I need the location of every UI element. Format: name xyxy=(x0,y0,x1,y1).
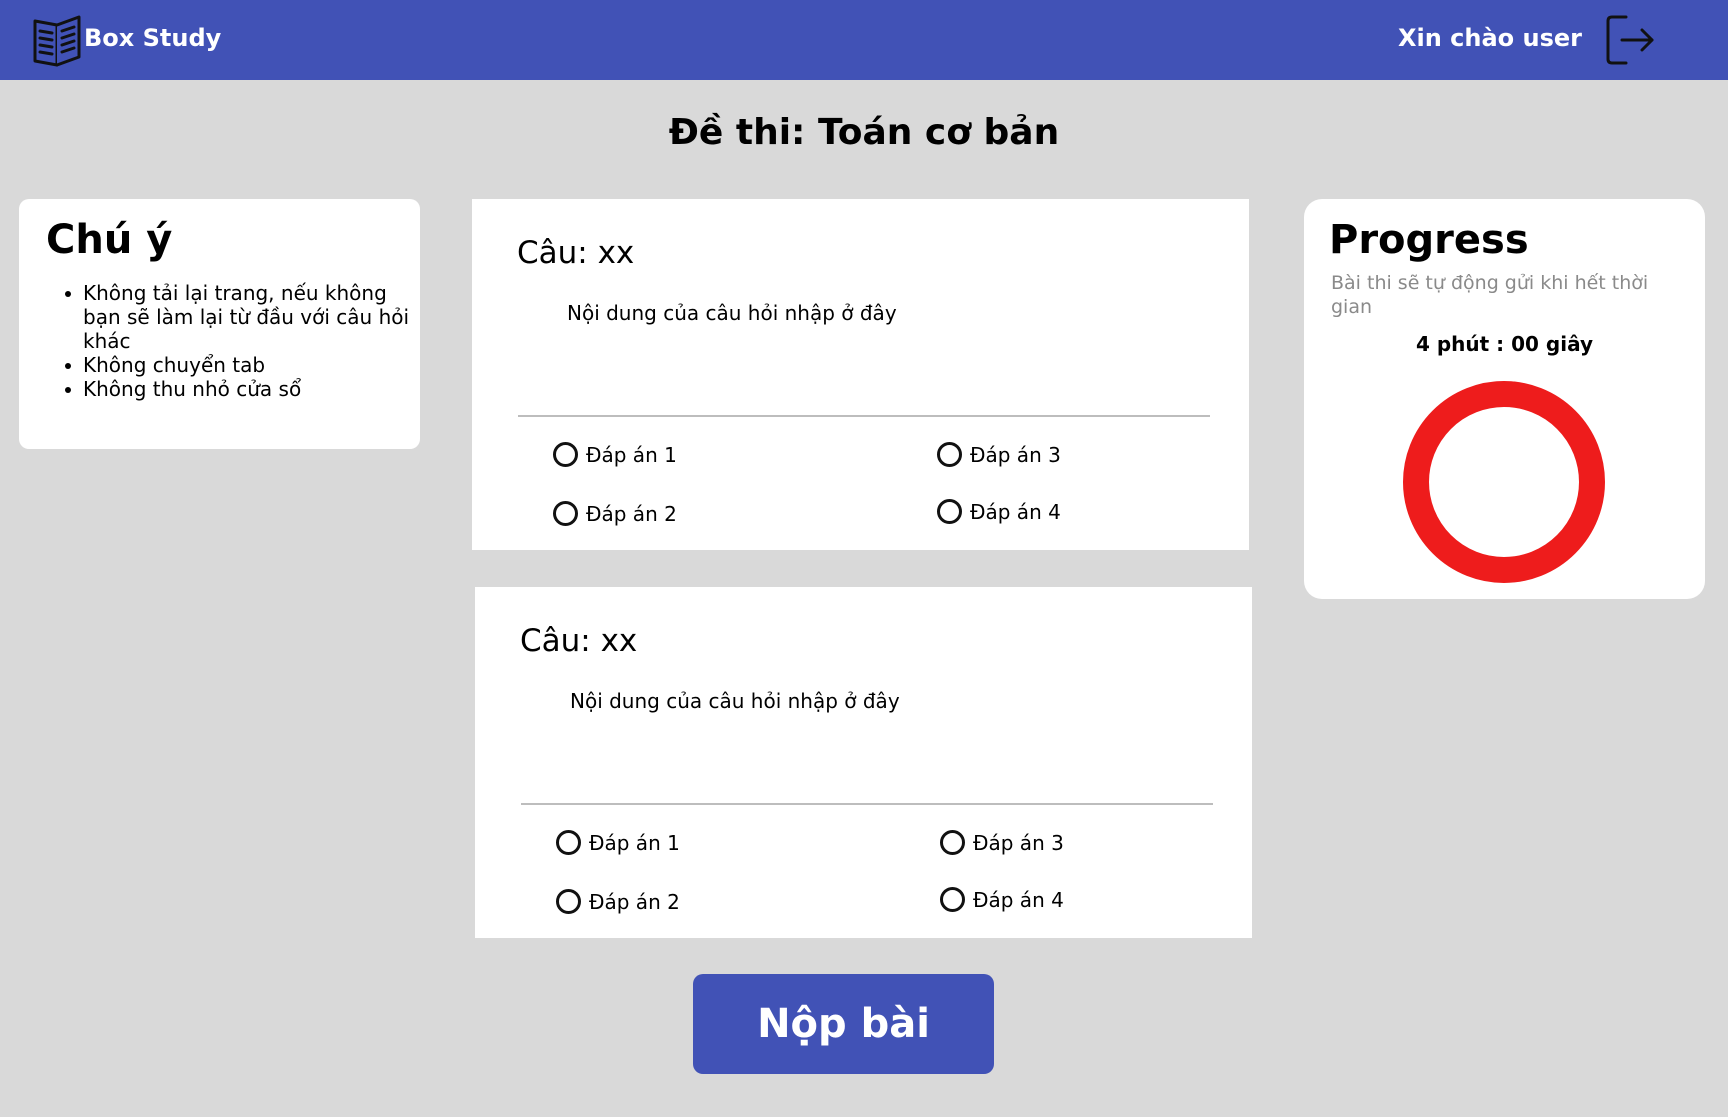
answer-option-2[interactable]: Đáp án 2 xyxy=(553,501,677,526)
question-label: Câu: xx xyxy=(520,623,638,659)
radio-button[interactable] xyxy=(937,499,962,524)
open-book-icon[interactable] xyxy=(32,13,84,67)
radio-button[interactable] xyxy=(556,889,581,914)
logout-icon[interactable] xyxy=(1604,14,1656,66)
radio-button[interactable] xyxy=(940,830,965,855)
top-nav-bar: Box Study Xin chào user xyxy=(0,0,1728,80)
question-content: Nội dung của câu hỏi nhập ở đây xyxy=(570,689,900,713)
progress-ring-arc xyxy=(1403,381,1605,583)
divider xyxy=(518,415,1210,417)
answer-label: Đáp án 3 xyxy=(970,442,1061,467)
question-label: Câu: xx xyxy=(517,235,635,271)
answer-option-4[interactable]: Đáp án 4 xyxy=(937,499,1061,524)
answer-label: Đáp án 1 xyxy=(586,442,677,467)
radio-button[interactable] xyxy=(940,887,965,912)
radio-button[interactable] xyxy=(553,442,578,467)
divider xyxy=(521,803,1213,805)
answer-label: Đáp án 4 xyxy=(973,887,1064,912)
progress-ring xyxy=(1403,381,1605,583)
notice-list: Không tải lại trang, nếu không bạn sẽ là… xyxy=(47,281,417,401)
answer-option-2[interactable]: Đáp án 2 xyxy=(556,889,680,914)
radio-button[interactable] xyxy=(553,501,578,526)
countdown-timer: 4 phút : 00 giây xyxy=(1415,332,1594,356)
answer-option-3[interactable]: Đáp án 3 xyxy=(940,830,1064,855)
answer-option-1[interactable]: Đáp án 1 xyxy=(553,442,677,467)
notice-card: Chú ý Không tải lại trang, nếu không bạn… xyxy=(19,199,420,449)
answer-option-3[interactable]: Đáp án 3 xyxy=(937,442,1061,467)
brand-name[interactable]: Box Study xyxy=(84,24,221,52)
answer-label: Đáp án 3 xyxy=(973,830,1064,855)
answer-option-1[interactable]: Đáp án 1 xyxy=(556,830,680,855)
notice-item: Không chuyển tab xyxy=(47,353,417,377)
progress-card: Progress Bài thi sẽ tự động gửi khi hết … xyxy=(1304,199,1705,599)
answer-label: Đáp án 2 xyxy=(586,501,677,526)
submit-button[interactable]: Nộp bài xyxy=(693,974,994,1074)
answer-label: Đáp án 1 xyxy=(589,830,680,855)
notice-item: Không tải lại trang, nếu không bạn sẽ là… xyxy=(47,281,417,353)
progress-title: Progress xyxy=(1329,217,1529,263)
radio-button[interactable] xyxy=(937,442,962,467)
answer-label: Đáp án 2 xyxy=(589,889,680,914)
page-title: Đề thi: Toán cơ bản xyxy=(668,112,1060,153)
user-greeting: Xin chào user xyxy=(1397,24,1582,52)
answer-label: Đáp án 4 xyxy=(970,499,1061,524)
auto-submit-note: Bài thi sẽ tự động gửi khi hết thời gian xyxy=(1331,272,1649,318)
radio-button[interactable] xyxy=(556,830,581,855)
question-card: Câu: xx Nội dung của câu hỏi nhập ở đây … xyxy=(475,587,1252,938)
answer-option-4[interactable]: Đáp án 4 xyxy=(940,887,1064,912)
notice-title: Chú ý xyxy=(46,217,173,263)
notice-item: Không thu nhỏ cửa sổ xyxy=(47,377,417,401)
question-card: Câu: xx Nội dung của câu hỏi nhập ở đây … xyxy=(472,199,1249,550)
question-content: Nội dung của câu hỏi nhập ở đây xyxy=(567,301,897,325)
